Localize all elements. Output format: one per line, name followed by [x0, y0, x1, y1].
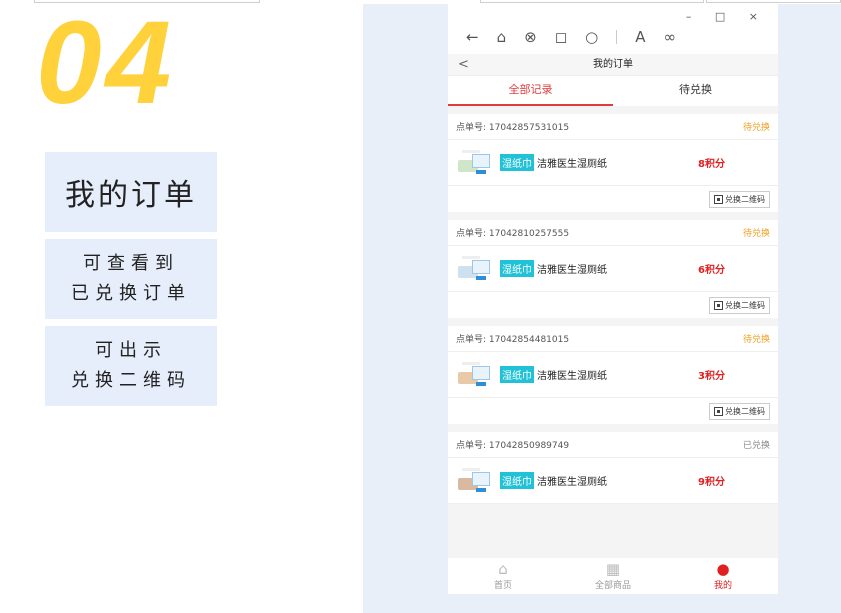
tabbar-label: 首页 [493, 581, 512, 591]
product-thumbnail [456, 254, 492, 284]
show-qr-button[interactable]: 兑换二维码 [709, 296, 770, 314]
grid-icon: ▦ [605, 560, 621, 578]
points-cost: 9积分 [698, 477, 725, 488]
order-footer: 兑换二维码 [448, 398, 778, 424]
order-status: 已兑换 [742, 441, 770, 451]
phone-screen: – □ × ← ⌂ ⊗ ◻ ○ A ∞ < 我的订单 全部记录 待兑换 点单号:… [448, 4, 778, 594]
order-tabs: 全部记录 待兑换 [448, 76, 778, 106]
order-header: 点单号: 17042857531015 待兑换 [448, 114, 778, 140]
points-cost: 8积分 [698, 159, 725, 170]
order-header: 点单号: 17042854481015 待兑换 [448, 326, 778, 352]
order-card: 点单号: 17042854481015 待兑换 湿纸巾 洁雅医生湿厕纸 3积分 … [448, 326, 778, 424]
top-strip [480, 0, 704, 3]
nav-back-icon[interactable]: < [458, 54, 469, 76]
product-thumbnail [456, 466, 492, 496]
order-footer: 兑换二维码 [448, 186, 778, 212]
show-qr-label: 兑换二维码 [725, 406, 765, 416]
tab-pending[interactable]: 待兑换 [613, 76, 778, 106]
page-title: 我的订单 [593, 59, 633, 70]
tabbar-label: 全部商品 [594, 581, 631, 591]
browser-window-bar: – □ × ← ⌂ ⊗ ◻ ○ A ∞ [448, 4, 778, 54]
order-card: 点单号: 17042850989749 已兑换 湿纸巾 洁雅医生湿厕纸 9积分 [448, 432, 778, 504]
order-item[interactable]: 湿纸巾 洁雅医生湿厕纸 8积分 [448, 140, 778, 186]
product-thumbnail [456, 148, 492, 178]
category-tag: 湿纸巾 [500, 472, 534, 489]
top-strip [706, 0, 841, 3]
qr-code-icon [714, 194, 723, 204]
product-thumbnail [456, 360, 492, 390]
tabbar-item-all-products[interactable]: ▦ 全部商品 [558, 558, 668, 594]
window-controls: – □ × [686, 10, 768, 23]
order-footer: 兑换二维码 [448, 292, 778, 318]
product-name: 洁雅医生湿厕纸 [537, 265, 607, 276]
copy-icon[interactable]: ◻ [555, 28, 567, 46]
order-card: 点单号: 17042857531015 待兑换 湿纸巾 洁雅医生湿厕纸 8积分 … [448, 114, 778, 212]
tab-all-records[interactable]: 全部记录 [448, 76, 613, 106]
product-name: 洁雅医生湿厕纸 [537, 371, 607, 382]
order-item[interactable]: 湿纸巾 洁雅医生湿厕纸 3积分 [448, 352, 778, 398]
order-item[interactable]: 湿纸巾 洁雅医生湿厕纸 6积分 [448, 246, 778, 292]
back-arrow-icon[interactable]: ← [466, 28, 479, 46]
minimize-icon[interactable]: – [686, 10, 702, 23]
toolbar-divider [616, 30, 618, 44]
order-label: 点单号: [456, 229, 489, 239]
order-id: 17042854481015 [488, 335, 570, 345]
extension-icon[interactable]: ⊗ [524, 28, 537, 46]
order-label: 点单号: [456, 441, 489, 451]
link-icon[interactable]: ∞ [664, 28, 677, 46]
feature-view-orders: 可查看到 已兑换订单 [45, 239, 217, 319]
bottom-tab-bar: ⌂ 首页 ▦ 全部商品 ● 我的 [448, 558, 778, 594]
tabbar-label: 我的 [713, 581, 732, 591]
order-status: 待兑换 [742, 123, 770, 133]
points-cost: 6积分 [698, 265, 725, 276]
order-id: 17042810257555 [488, 229, 570, 239]
points-cost: 3积分 [698, 371, 725, 382]
order-status: 待兑换 [742, 335, 770, 345]
order-label: 点单号: [456, 335, 489, 345]
feature-text: 已兑换订单 [71, 283, 191, 304]
order-item[interactable]: 湿纸巾 洁雅医生湿厕纸 9积分 [448, 458, 778, 504]
tabbar-item-mine[interactable]: ● 我的 [668, 558, 778, 594]
feature-text: 兑换二维码 [71, 370, 191, 391]
order-id: 17042857531015 [488, 123, 570, 133]
font-size-icon[interactable]: A [635, 28, 645, 46]
order-id: 17042850989749 [488, 441, 570, 451]
product-name: 洁雅医生湿厕纸 [537, 159, 607, 170]
close-icon[interactable]: × [749, 10, 768, 23]
browser-toolbar: ← ⌂ ⊗ ◻ ○ A ∞ [466, 28, 676, 46]
category-tag: 湿纸巾 [500, 154, 534, 171]
show-qr-label: 兑换二维码 [725, 300, 765, 310]
qr-code-icon [714, 300, 723, 310]
qr-code-icon [714, 406, 723, 416]
maximize-icon[interactable]: □ [715, 10, 735, 23]
product-name: 洁雅医生湿厕纸 [537, 477, 607, 488]
user-icon: ● [716, 560, 730, 578]
category-tag: 湿纸巾 [500, 260, 534, 277]
step-number: 04 [36, 0, 176, 129]
home-icon[interactable]: ⌂ [497, 28, 507, 46]
feature-title: 我的订单 [45, 152, 217, 232]
feature-text: 可查看到 [83, 253, 179, 274]
feature-text: 可出示 [95, 340, 167, 361]
show-qr-button[interactable]: 兑换二维码 [709, 190, 770, 208]
order-header: 点单号: 17042810257555 待兑换 [448, 220, 778, 246]
show-qr-button[interactable]: 兑换二维码 [709, 402, 770, 420]
order-card: 点单号: 17042810257555 待兑换 湿纸巾 洁雅医生湿厕纸 6积分 … [448, 220, 778, 318]
nav-bar: < 我的订单 [448, 54, 778, 76]
home-icon: ⌂ [498, 560, 508, 578]
order-label: 点单号: [456, 123, 489, 133]
order-status: 待兑换 [742, 229, 770, 239]
show-qr-label: 兑换二维码 [725, 194, 765, 204]
feature-show-qr: 可出示 兑换二维码 [45, 326, 217, 406]
refresh-icon[interactable]: ○ [585, 28, 598, 46]
tabbar-item-home[interactable]: ⌂ 首页 [448, 558, 558, 594]
category-tag: 湿纸巾 [500, 366, 534, 383]
order-header: 点单号: 17042850989749 已兑换 [448, 432, 778, 458]
